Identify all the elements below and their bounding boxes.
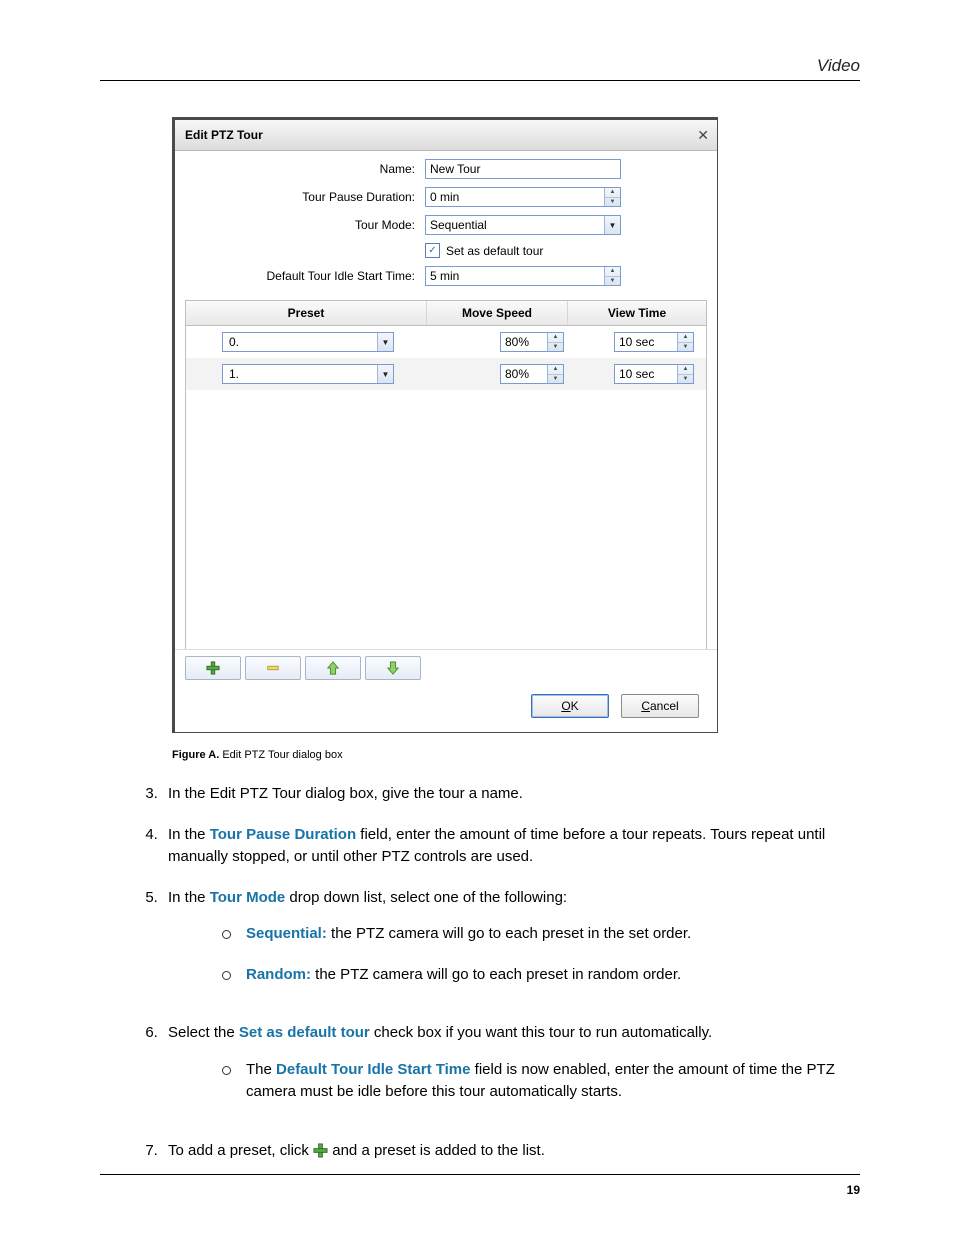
name-input[interactable]: [425, 159, 621, 179]
mode-label: Tour Mode:: [175, 218, 425, 232]
preset-toolbar: [175, 649, 717, 686]
list-item: The Default Tour Idle Start Time field i…: [222, 1059, 860, 1122]
table-row: 0. ▼ 80% ▲▼ 10 sec: [186, 326, 706, 358]
idle-spinner[interactable]: 5 min ▲▼: [425, 266, 621, 286]
table-row: 1. ▼ 80% ▲▼ 10 sec: [186, 358, 706, 390]
plus-icon: [206, 661, 220, 675]
move-speed-spinner[interactable]: 80% ▲▼: [500, 364, 564, 384]
pause-value: 0 min: [426, 188, 604, 206]
keyword: Set as default tour: [239, 1024, 370, 1041]
chevron-down-icon[interactable]: ▼: [678, 343, 693, 352]
view-time-spinner[interactable]: 10 sec ▲▼: [614, 332, 694, 352]
chevron-up-icon[interactable]: ▲: [548, 365, 563, 375]
footer-rule: [100, 1174, 860, 1175]
preset-select[interactable]: 1. ▼: [222, 364, 394, 384]
add-preset-button[interactable]: [185, 656, 241, 680]
move-down-button[interactable]: [365, 656, 421, 680]
page-header-section: Video: [100, 56, 860, 81]
keyword: Default Tour Idle Start Time: [276, 1061, 470, 1078]
mode-value: Sequential: [426, 216, 604, 234]
move-up-button[interactable]: [305, 656, 361, 680]
chevron-up-icon[interactable]: ▲: [678, 333, 693, 343]
view-time-spinner[interactable]: 10 sec ▲▼: [614, 364, 694, 384]
arrow-down-icon: [386, 661, 400, 675]
arrow-up-icon: [326, 661, 340, 675]
pause-label: Tour Pause Duration:: [175, 190, 425, 204]
list-item: In the Tour Pause Duration field, enter …: [162, 824, 860, 887]
minus-icon: [266, 661, 280, 675]
default-tour-label: Set as default tour: [446, 244, 543, 258]
default-tour-checkbox[interactable]: ✓: [425, 243, 440, 258]
chevron-down-icon[interactable]: ▼: [548, 375, 563, 384]
name-label: Name:: [175, 162, 425, 176]
list-item: Random: the PTZ camera will go to each p…: [222, 964, 860, 1005]
spinner-buttons[interactable]: ▲▼: [604, 267, 620, 285]
list-item: Sequential: the PTZ camera will go to ea…: [222, 923, 860, 964]
list-item: In the Edit PTZ Tour dialog box, give th…: [162, 783, 860, 824]
keyword: Tour Mode: [210, 889, 286, 906]
chevron-up-icon[interactable]: ▲: [605, 188, 620, 198]
cancel-button[interactable]: Cancel: [621, 694, 699, 718]
spinner-buttons[interactable]: ▲▼: [677, 333, 693, 351]
chevron-down-icon[interactable]: ▼: [548, 343, 563, 352]
spinner-buttons[interactable]: ▲▼: [677, 365, 693, 383]
edit-ptz-tour-dialog: Edit PTZ Tour ✕ Name: Tour Pause Duratio…: [172, 117, 718, 733]
move-speed-spinner[interactable]: 80% ▲▼: [500, 332, 564, 352]
dialog-title: Edit PTZ Tour: [185, 128, 263, 142]
pause-spinner[interactable]: 0 min ▲▼: [425, 187, 621, 207]
remove-preset-button[interactable]: [245, 656, 301, 680]
keyword: Sequential:: [246, 925, 327, 942]
col-preset: Preset: [186, 301, 427, 325]
instruction-list: In the Edit PTZ Tour dialog box, give th…: [100, 783, 860, 1180]
close-icon[interactable]: ✕: [697, 127, 709, 144]
preset-table: Preset Move Speed View Time 0. ▼: [185, 300, 707, 649]
chevron-down-icon[interactable]: ▼: [604, 216, 620, 234]
col-view-time: View Time: [568, 301, 706, 325]
idle-label: Default Tour Idle Start Time:: [175, 269, 425, 283]
spinner-buttons[interactable]: ▲▼: [604, 188, 620, 206]
col-move-speed: Move Speed: [427, 301, 568, 325]
chevron-up-icon[interactable]: ▲: [678, 365, 693, 375]
plus-icon: [313, 1143, 328, 1158]
chevron-down-icon[interactable]: ▼: [377, 365, 393, 383]
chevron-down-icon[interactable]: ▼: [605, 198, 620, 207]
chevron-down-icon[interactable]: ▼: [377, 333, 393, 351]
table-header: Preset Move Speed View Time: [186, 301, 706, 326]
chevron-down-icon[interactable]: ▼: [605, 277, 620, 286]
keyword: Random:: [246, 966, 311, 983]
dialog-titlebar: Edit PTZ Tour ✕: [175, 120, 717, 151]
page-number: 19: [847, 1183, 860, 1197]
list-item: In the Tour Mode drop down list, select …: [162, 887, 860, 1023]
figure-caption: Figure A. Edit PTZ Tour dialog box: [172, 749, 860, 761]
chevron-up-icon[interactable]: ▲: [605, 267, 620, 277]
ok-button[interactable]: OK: [531, 694, 609, 718]
preset-select[interactable]: 0. ▼: [222, 332, 394, 352]
spinner-buttons[interactable]: ▲▼: [547, 365, 563, 383]
spinner-buttons[interactable]: ▲▼: [547, 333, 563, 351]
mode-select[interactable]: Sequential ▼: [425, 215, 621, 235]
list-item: Select the Set as default tour check box…: [162, 1022, 860, 1140]
idle-value: 5 min: [426, 267, 604, 285]
chevron-down-icon[interactable]: ▼: [678, 375, 693, 384]
chevron-up-icon[interactable]: ▲: [548, 333, 563, 343]
keyword: Tour Pause Duration: [210, 826, 356, 843]
